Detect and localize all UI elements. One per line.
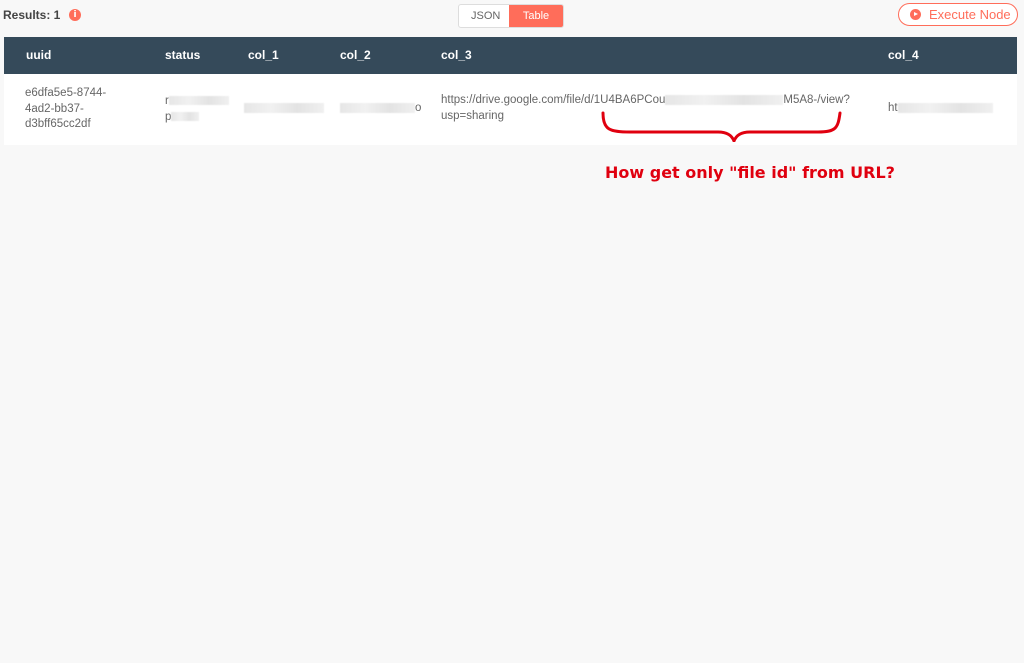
redacted-block <box>244 102 324 113</box>
tab-table[interactable]: Table <box>509 5 563 27</box>
info-icon[interactable]: i <box>69 9 81 21</box>
cell-uuid: e6dfa5e5-8744- 4ad2-bb37- d3bff65cc2df <box>25 87 107 130</box>
redacted-block <box>897 102 993 113</box>
results-table: uuid status col_1 col_2 col_3 col_4 e6df… <box>4 37 1017 145</box>
column-header-col-2: col_2 <box>340 48 371 62</box>
view-mode-toggle: JSON Table <box>458 4 564 28</box>
play-circle-icon <box>910 9 921 20</box>
table-header: uuid status col_1 col_2 col_3 col_4 <box>4 37 1017 74</box>
cell-col-4-redacted: ht <box>888 101 993 117</box>
column-header-col-1: col_1 <box>248 48 279 62</box>
redacted-block <box>665 94 784 105</box>
column-header-status: status <box>165 48 201 62</box>
cell-status-redacted: r p <box>165 94 229 125</box>
tab-json[interactable]: JSON <box>459 5 509 27</box>
column-header-col-4: col_4 <box>888 48 919 62</box>
results-toolbar: Results: 1 i JSON Table Execute Node <box>0 0 1024 32</box>
cell-col-1-redacted <box>244 101 324 117</box>
column-header-uuid: uuid <box>26 48 52 62</box>
redacted-block <box>168 96 229 106</box>
curly-brace-annotation <box>601 111 842 142</box>
redacted-block <box>171 111 200 121</box>
results-count: Results: 1 <box>3 8 61 22</box>
annotation-question: How get only "file id" from URL? <box>605 163 895 182</box>
cell-col-2-redacted: o <box>340 101 421 117</box>
execute-node-label: Execute Node <box>929 7 1011 22</box>
column-header-col-3: col_3 <box>441 48 472 62</box>
table-row: e6dfa5e5-8744- 4ad2-bb37- d3bff65cc2df r… <box>4 74 1017 145</box>
execute-node-button[interactable]: Execute Node <box>898 3 1018 26</box>
redacted-block <box>340 102 415 113</box>
